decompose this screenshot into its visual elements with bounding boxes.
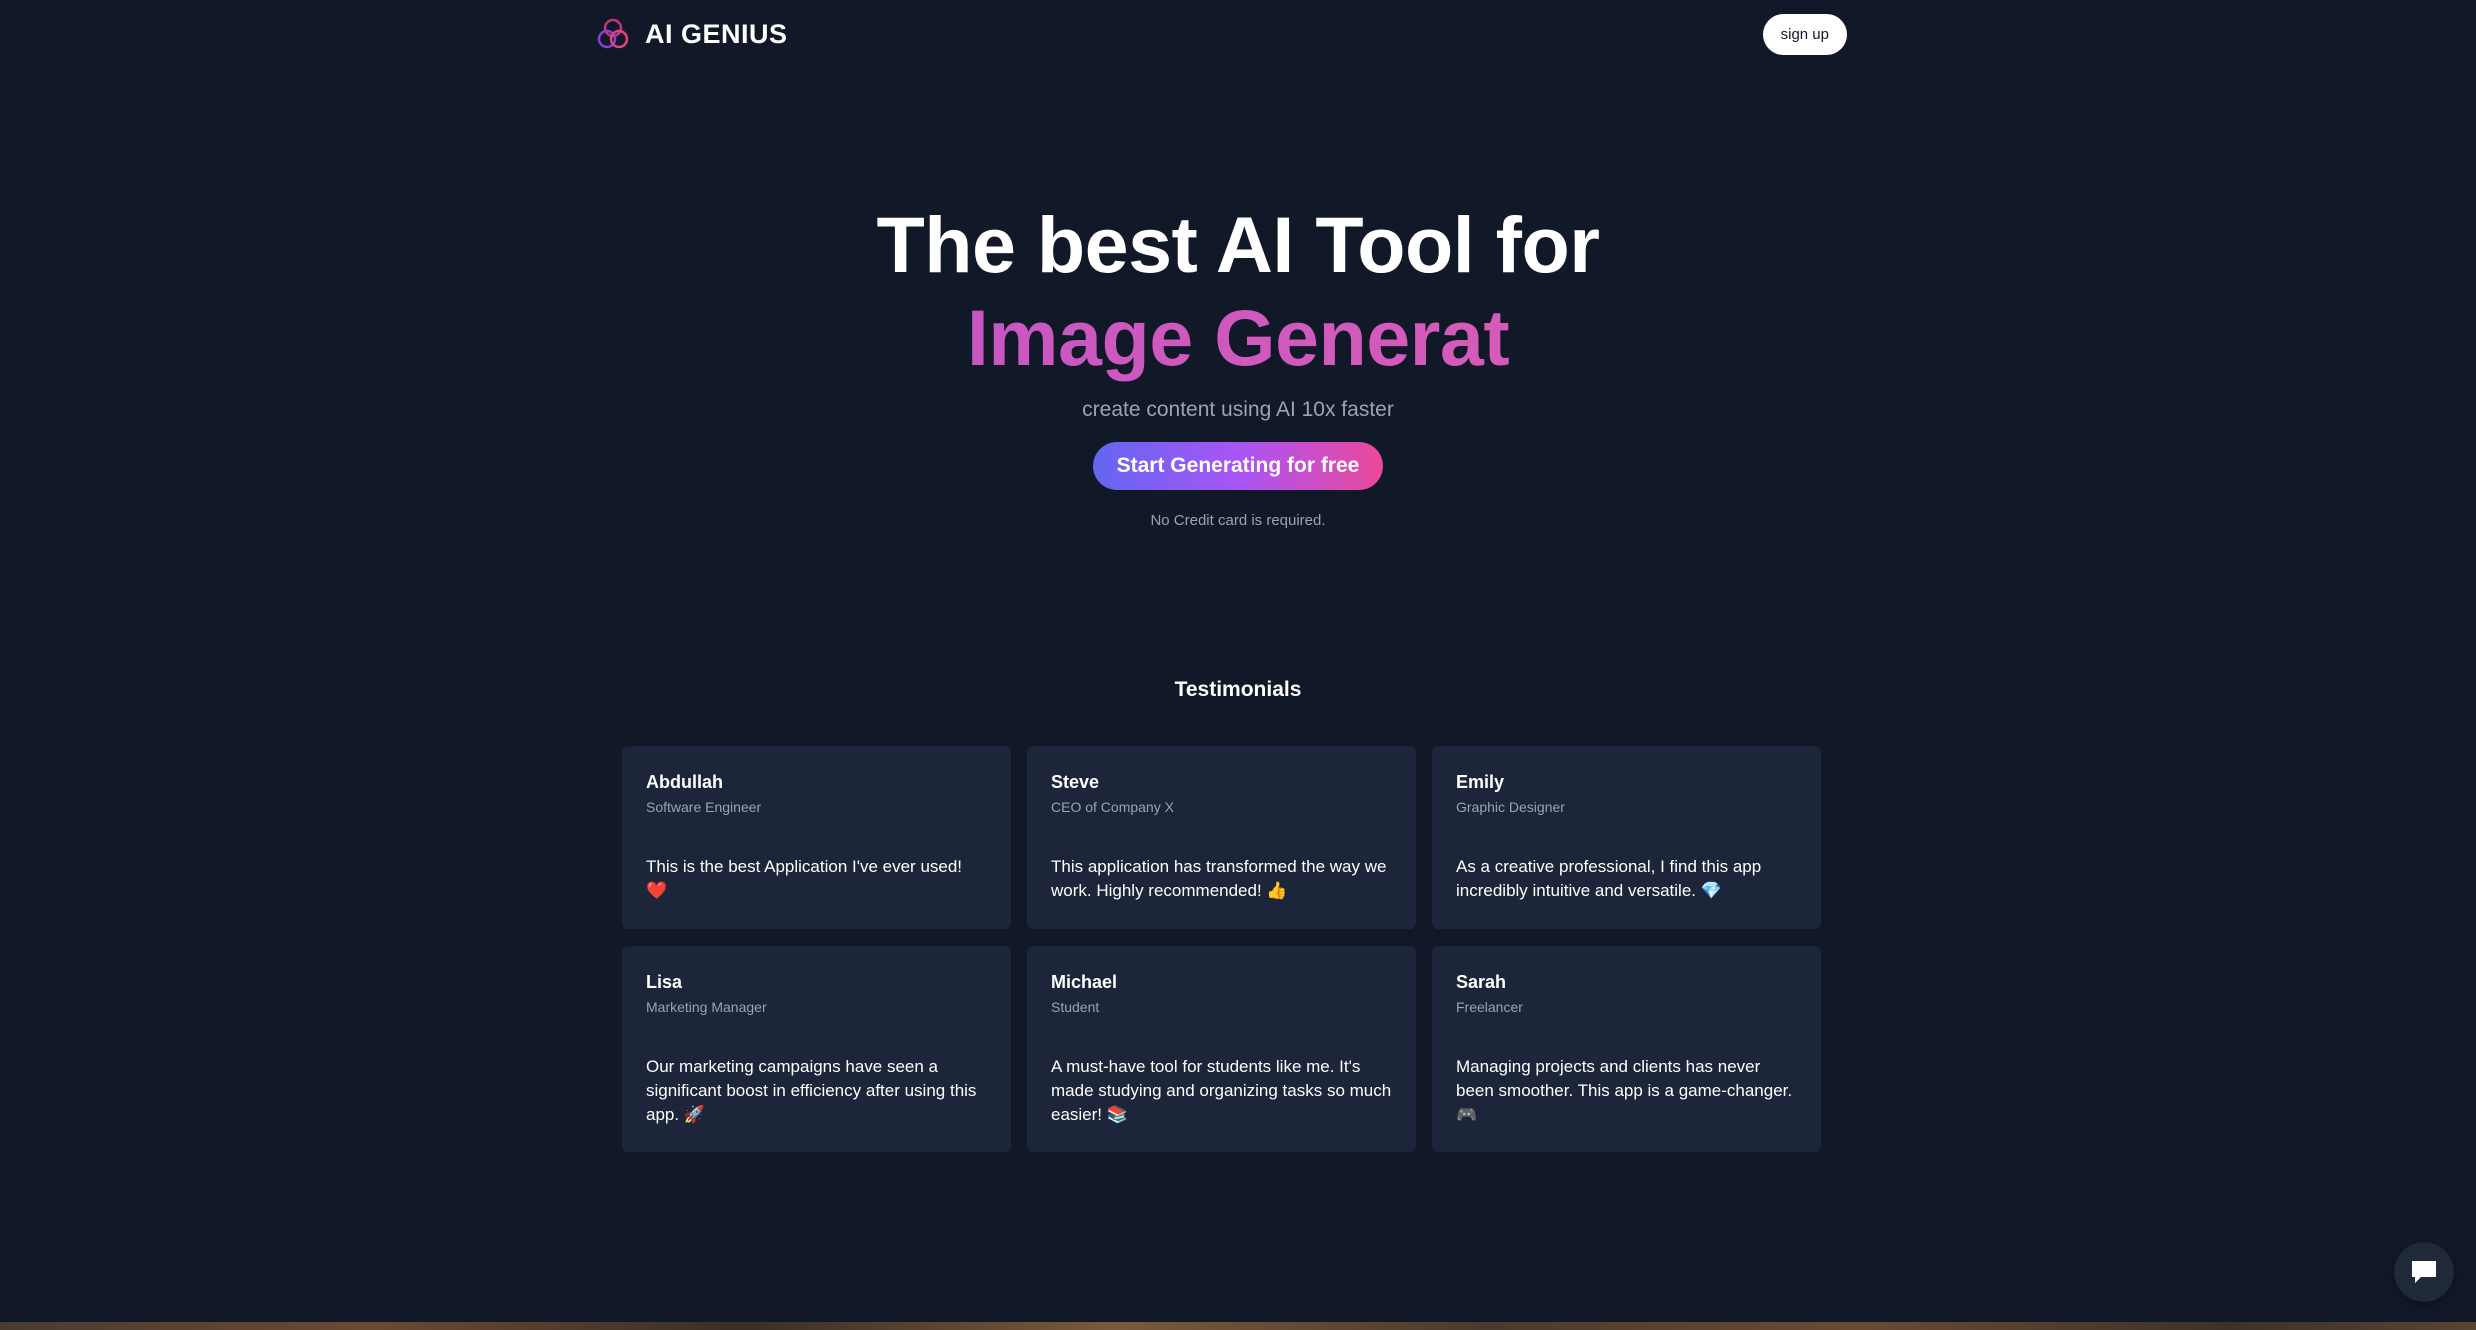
no-credit-card-note: No Credit card is required. — [1150, 511, 1326, 529]
testimonial-card: Michael Student A must-have tool for stu… — [1027, 946, 1416, 1152]
testimonial-text: A must-have tool for students like me. I… — [1051, 1057, 1392, 1124]
taskbar-strip — [0, 1322, 2476, 1330]
testimonial-name: Abdullah — [646, 772, 723, 792]
testimonial-card: Sarah Freelancer Managing projects and c… — [1432, 946, 1821, 1152]
brand-name: AI GENIUS — [645, 18, 788, 49]
chat-widget-button[interactable] — [2394, 1242, 2454, 1302]
testimonial-name: Emily — [1456, 772, 1505, 792]
testimonial-card: Emily Graphic Designer As a creative pro… — [1432, 746, 1821, 929]
testimonial-role: Freelancer — [1456, 999, 1523, 1015]
testimonial-name: Steve — [1051, 772, 1100, 792]
testimonials-heading: Testimonials — [1174, 678, 1302, 701]
hero-title: The best AI Tool for — [876, 200, 1600, 289]
three-circles-logo-icon — [597, 18, 629, 49]
testimonial-role: Marketing Manager — [646, 999, 767, 1015]
testimonials-grid: Abdullah Software Engineer This is the b… — [622, 746, 1822, 1152]
testimonial-role: Student — [1051, 999, 1100, 1015]
hero-subtitle: create content using AI 10x faster — [1082, 397, 1394, 421]
signup-button[interactable]: sign up — [1762, 13, 1847, 55]
chat-bubble-icon — [2412, 1261, 2436, 1283]
landing-page: AI GENIUS sign up The best AI Tool for I… — [0, 0, 2476, 1330]
brand-link[interactable]: AI GENIUS — [595, 16, 788, 52]
testimonial-text: This is the best Application I've ever u… — [646, 857, 963, 900]
testimonial-text: This application has transformed the way… — [1051, 857, 1387, 900]
testimonial-name: Michael — [1051, 972, 1118, 992]
testimonial-card: Abdullah Software Engineer This is the b… — [622, 746, 1011, 929]
testimonial-role: CEO of Company X — [1051, 799, 1174, 815]
hero-typed-text: Image Generat — [0, 293, 2476, 384]
testimonial-role: Graphic Designer — [1456, 799, 1565, 815]
hero-section: The best AI Tool for Image Generat creat… — [0, 200, 2476, 529]
testimonial-text: Our marketing campaigns have seen a sign… — [646, 1057, 977, 1124]
testimonial-text: Managing projects and clients has never … — [1456, 1057, 1793, 1124]
testimonial-role: Software Engineer — [646, 799, 762, 815]
testimonial-name: Sarah — [1456, 972, 1507, 992]
start-generating-button[interactable]: Start Generating for free — [1092, 441, 1384, 490]
testimonial-card: Lisa Marketing Manager Our marketing cam… — [622, 946, 1011, 1152]
testimonial-name: Lisa — [646, 972, 683, 992]
navbar: AI GENIUS sign up — [595, 0, 1847, 68]
testimonial-card: Steve CEO of Company X This application … — [1027, 746, 1416, 929]
testimonial-text: As a creative professional, I find this … — [1456, 857, 1762, 900]
